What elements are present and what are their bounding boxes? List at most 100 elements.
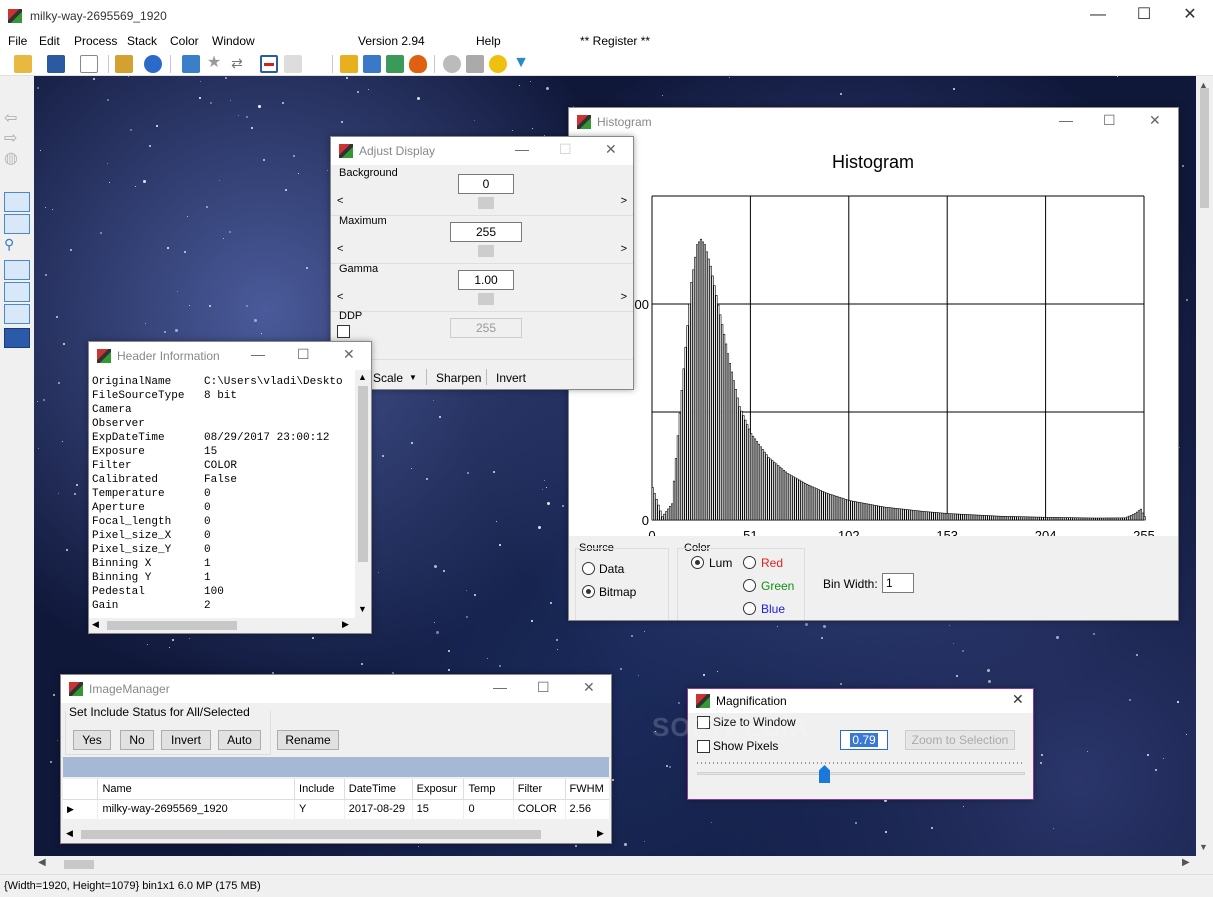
person-icon[interactable] — [4, 282, 30, 302]
grid-horizontal-scrollbar[interactable]: ◀ ▶ — [63, 827, 609, 842]
image-grid[interactable]: Name Include DateTime Exposur Temp Filter FWHM… — [63, 779, 609, 819]
zoom-slider[interactable] — [697, 759, 1027, 783]
menu-stack[interactable]: Stack — [127, 34, 157, 48]
swap-icon[interactable]: ⇄ — [228, 55, 246, 73]
no-button[interactable]: No — [120, 730, 154, 750]
maximize-button[interactable]: ☐ — [537, 679, 550, 696]
reset-icon[interactable]: ◍ — [4, 148, 30, 168]
menu-edit[interactable]: Edit — [39, 34, 60, 48]
circle-icon[interactable] — [443, 55, 461, 73]
header-vertical-scrollbar[interactable]: ▲ ▼ — [355, 370, 371, 618]
filter-icon[interactable]: ▼ — [512, 55, 530, 73]
close-button[interactable]: ✕ — [583, 679, 595, 696]
star — [777, 625, 779, 627]
maximize-button[interactable]: ☐ — [1103, 112, 1116, 129]
star — [298, 172, 300, 174]
key-icon[interactable] — [115, 55, 133, 73]
horizontal-scrollbar[interactable]: ◀ ▶ — [34, 856, 1196, 873]
menu-file[interactable]: File — [8, 34, 27, 48]
zoom-icon[interactable]: ⚲ — [4, 236, 30, 256]
source-bitmap-radio[interactable] — [582, 585, 595, 598]
close-button[interactable]: ✕ — [605, 141, 617, 158]
bin-width-input[interactable]: 1 — [882, 573, 914, 593]
calculator-icon[interactable] — [386, 55, 404, 73]
sigma-icon[interactable] — [284, 55, 302, 73]
minimize-button[interactable]: — — [515, 141, 529, 157]
close-button[interactable]: ✕ — [1012, 691, 1024, 708]
minimize-button[interactable]: — — [1075, 0, 1121, 32]
minimize-button[interactable]: — — [1059, 112, 1073, 128]
column-header[interactable]: Filter — [512, 779, 566, 799]
line-tool-icon[interactable] — [260, 55, 278, 73]
menu-color[interactable]: Color — [170, 34, 199, 48]
header-text-area[interactable]: OriginalName C:\Users\vladi\Deskto FileSou… — [89, 370, 355, 618]
sun-icon[interactable] — [489, 55, 507, 73]
maximize-button[interactable]: ☐ — [297, 346, 310, 363]
header-key: Calibrated — [92, 474, 159, 486]
square-icon[interactable] — [466, 55, 484, 73]
histogram-bar — [871, 504, 874, 521]
menu-process[interactable]: Process — [74, 34, 117, 48]
column-header[interactable]: Name — [97, 779, 295, 799]
new-document-icon[interactable] — [80, 55, 98, 73]
column-header[interactable]: Temp — [463, 779, 514, 799]
pan-icon[interactable] — [4, 192, 30, 212]
histogram-bar — [860, 502, 863, 521]
camera-icon[interactable] — [182, 55, 200, 73]
histogram-bar — [979, 514, 982, 521]
gamma-slider[interactable]: < > — [337, 291, 629, 307]
maximum-input[interactable]: 255 — [450, 222, 522, 242]
ddp-checkbox[interactable] — [337, 325, 350, 338]
star — [1181, 164, 1184, 167]
close-button[interactable]: ✕ — [1149, 112, 1161, 129]
column-header[interactable]: Exposur — [411, 779, 464, 799]
invert-button[interactable]: Invert — [496, 371, 526, 385]
column-header[interactable]: Include — [294, 779, 345, 799]
bulb-icon[interactable] — [4, 214, 30, 234]
background-input[interactable]: 0 — [458, 174, 514, 194]
color-green-radio[interactable] — [743, 579, 756, 592]
bar-chart-icon[interactable] — [4, 260, 30, 280]
maximize-button[interactable]: ☐ — [1121, 0, 1167, 32]
rename-button[interactable]: Rename — [277, 730, 339, 750]
column-header[interactable]: DateTime — [343, 779, 413, 799]
maximum-slider[interactable]: < > — [337, 243, 629, 259]
help-icon[interactable] — [144, 55, 162, 73]
row-selector-icon[interactable]: ▶ — [63, 799, 98, 819]
invert-button[interactable]: Invert — [161, 730, 211, 750]
clipboard-icon[interactable] — [4, 304, 30, 324]
auto-button[interactable]: Auto — [218, 730, 261, 750]
menu-window[interactable]: Window — [212, 34, 255, 48]
color-blue-radio[interactable] — [743, 602, 756, 615]
source-data-radio[interactable] — [582, 562, 595, 575]
star-icon[interactable]: ★ — [205, 55, 223, 73]
minimize-button[interactable]: — — [251, 346, 265, 362]
flags-icon[interactable] — [340, 55, 358, 73]
menu-help[interactable]: Help — [476, 34, 501, 48]
wrench-icon[interactable] — [363, 55, 381, 73]
open-folder-icon[interactable] — [14, 55, 32, 73]
color-lum-radio[interactable] — [691, 556, 704, 569]
minimize-button[interactable]: — — [493, 679, 507, 695]
forward-arrow-icon[interactable]: ⇨ — [4, 128, 30, 148]
background-slider[interactable]: < > — [337, 195, 629, 211]
color-red-radio[interactable] — [743, 556, 756, 569]
sharpen-button[interactable]: Sharpen — [436, 371, 481, 385]
back-arrow-icon[interactable]: ⇦ — [4, 108, 30, 128]
zoom-input[interactable]: 0.79 — [840, 730, 888, 750]
gamma-input[interactable]: 1.00 — [458, 270, 514, 290]
scale-dropdown[interactable]: Scale — [373, 371, 403, 385]
header-horizontal-scrollbar[interactable]: ◀ ▶ — [89, 618, 355, 633]
flame-icon[interactable] — [409, 55, 427, 73]
column-header[interactable]: FWHM — [564, 779, 609, 799]
close-button[interactable]: ✕ — [1167, 0, 1213, 32]
vertical-scrollbar[interactable]: ▲ ▼ — [1196, 76, 1213, 856]
histogram-bar — [777, 465, 780, 521]
header-value: 0 — [204, 530, 211, 542]
tv-icon[interactable] — [4, 328, 30, 348]
save-icon[interactable] — [47, 55, 65, 73]
table-row[interactable]: ▶ milky-way-2695569_1920 Y 2017-08-29 15 0 COL… — [63, 799, 609, 819]
register-link[interactable]: ** Register ** — [580, 34, 650, 48]
yes-button[interactable]: Yes — [73, 730, 111, 750]
close-button[interactable]: ✕ — [343, 346, 355, 363]
